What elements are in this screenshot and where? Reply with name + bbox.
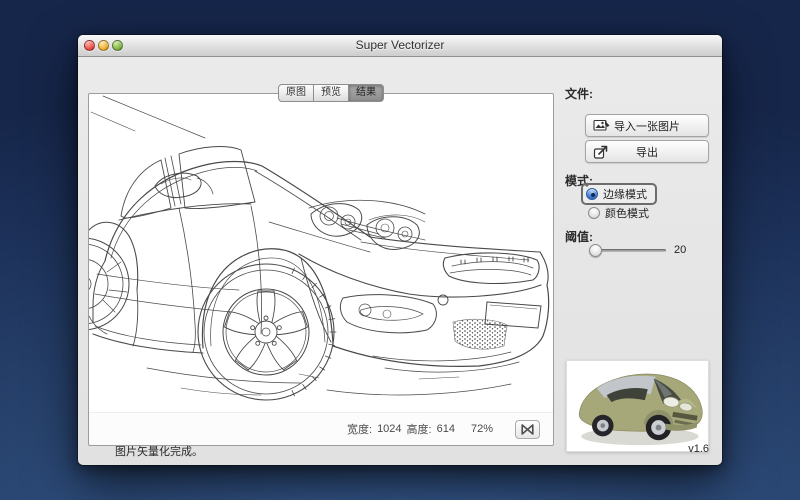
width-value: 1024 (377, 423, 401, 435)
radio-edge-mode[interactable]: 边缘模式 (581, 183, 657, 205)
threshold-value: 20 (674, 244, 686, 256)
status-message: 图片矢量化完成。 (115, 443, 203, 459)
window-title: Super Vectorizer (78, 35, 722, 56)
app-version: v1.6 (688, 443, 709, 455)
zoom-percent: 72% (471, 423, 493, 435)
color-mode-label: 颜色模式 (605, 205, 649, 221)
export-arrow-icon (593, 144, 611, 160)
tab-preview[interactable]: 预览 (314, 84, 349, 102)
file-section-label: 文件: (565, 85, 593, 102)
image-dimensions: 宽度: 1024 高度: 614 72% (342, 421, 493, 437)
minimize-button[interactable] (98, 40, 109, 51)
tab-result[interactable]: 结果 (349, 84, 384, 102)
radio-dot-selected-icon (586, 188, 598, 200)
tab-original[interactable]: 原图 (278, 84, 314, 102)
app-window: Super Vectorizer (78, 35, 722, 465)
edge-mode-label: 边缘模式 (603, 186, 647, 202)
slider-thumb[interactable] (589, 244, 602, 257)
result-canvas: 宽度: 1024 高度: 614 72% (88, 93, 554, 446)
height-value: 614 (437, 423, 455, 435)
height-label: 高度: (407, 421, 432, 437)
view-tabbar: 原图 预览 结果 (278, 84, 384, 102)
image-import-icon (593, 118, 611, 134)
fit-to-window-icon (521, 424, 534, 435)
window-content: 宽度: 1024 高度: 614 72% 原图 预览 (78, 57, 722, 465)
status-bar: 图片矢量化完成。 v1.6 (78, 437, 722, 465)
threshold-slider[interactable] (590, 243, 666, 258)
threshold-section-label: 阈值: (565, 228, 593, 245)
window-titlebar[interactable]: Super Vectorizer (78, 35, 722, 57)
radio-color-mode[interactable]: 颜色模式 (588, 205, 649, 221)
radio-dot-icon (588, 207, 600, 219)
close-button[interactable] (84, 40, 95, 51)
desktop-background: Super Vectorizer (0, 0, 800, 500)
zoom-button[interactable] (112, 40, 123, 51)
export-button[interactable]: 导出 (585, 140, 709, 163)
width-label: 宽度: (347, 421, 372, 437)
vectorized-car-lineart (89, 94, 553, 412)
fit-to-window-button[interactable] (515, 420, 540, 439)
import-image-button[interactable]: 导入一张图片 (585, 114, 709, 137)
